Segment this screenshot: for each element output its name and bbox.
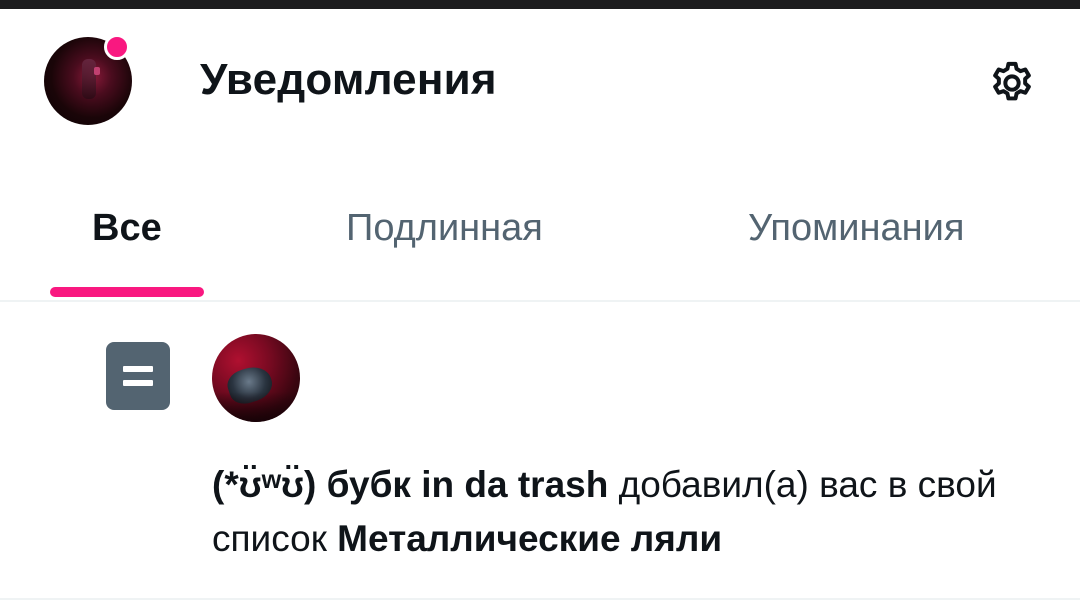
notification-tabs: Все Подлинная Упоминания	[0, 154, 1080, 300]
tab-verified[interactable]: Подлинная	[346, 206, 543, 250]
notification-text: (*ʊ̈ʷʊ̈) бубк in da trash добавил(а) вас…	[212, 458, 1012, 566]
tab-mentions[interactable]: Упоминания	[748, 206, 964, 250]
gear-icon	[993, 61, 1031, 101]
page-header: Уведомления	[0, 9, 1080, 154]
actor-name[interactable]: (*ʊ̈ʷʊ̈) бубк in da trash	[212, 464, 608, 505]
settings-button[interactable]	[986, 57, 1038, 109]
unread-dot	[104, 34, 130, 60]
page-title: Уведомления	[200, 55, 497, 104]
tab-all[interactable]: Все	[92, 206, 162, 250]
account-switcher[interactable]	[44, 34, 132, 125]
actor-avatar[interactable]	[212, 334, 300, 422]
active-tab-indicator	[50, 287, 204, 297]
status-bar	[0, 0, 1080, 9]
item-divider	[0, 598, 1080, 600]
notification-item[interactable]: (*ʊ̈ʷʊ̈) бубк in da trash добавил(а) вас…	[0, 302, 1080, 598]
list-icon	[106, 342, 170, 410]
list-name[interactable]: Металлические ляли	[337, 518, 722, 559]
